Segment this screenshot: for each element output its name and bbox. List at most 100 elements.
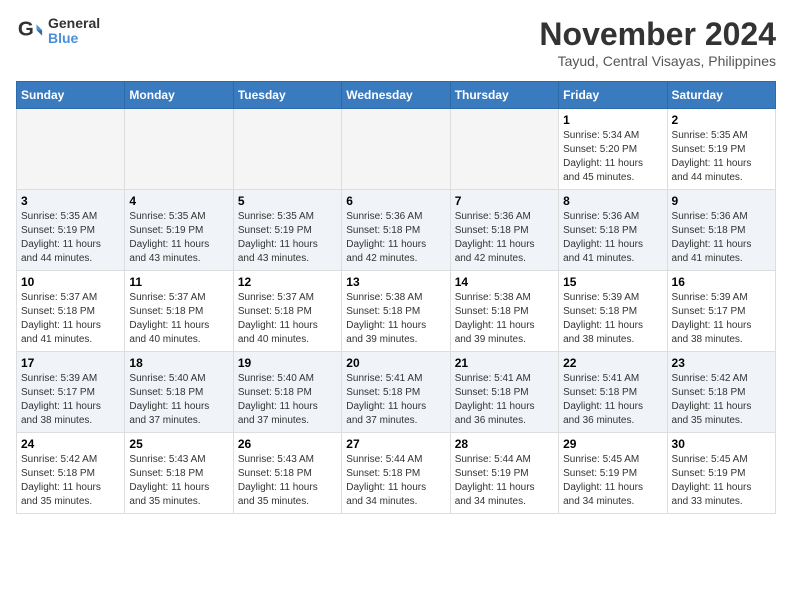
day-info: Sunrise: 5:42 AM Sunset: 5:18 PM Dayligh… <box>672 372 771 428</box>
calendar-cell: 1Sunrise: 5:34 AM Sunset: 5:20 PM Daylig… <box>559 109 667 190</box>
day-info: Sunrise: 5:35 AM Sunset: 5:19 PM Dayligh… <box>21 210 120 266</box>
day-number: 4 <box>129 194 228 208</box>
week-row-3: 17 Sunrise: 5:39 AM Sunset: 5:17 PM Dayli… <box>17 352 776 433</box>
day-info: Sunrise: 5:34 AM Sunset: 5:20 PM Dayligh… <box>563 129 662 185</box>
week-row-4: 24 Sunrise: 5:42 AM Sunset: 5:18 PM Dayli… <box>17 433 776 514</box>
day-number: 2 <box>672 113 771 127</box>
day-number: 20 <box>346 356 445 370</box>
calendar-cell: 8 Sunrise: 5:36 AM Sunset: 5:18 PM Daylig… <box>559 190 667 271</box>
week-row-1: 3Sunrise: 5:35 AM Sunset: 5:19 PM Daylig… <box>17 190 776 271</box>
day-header-friday: Friday <box>559 82 667 109</box>
day-number: 18 <box>129 356 228 370</box>
header-row: SundayMondayTuesdayWednesdayThursdayFrid… <box>17 82 776 109</box>
week-row-0: 1Sunrise: 5:34 AM Sunset: 5:20 PM Daylig… <box>17 109 776 190</box>
day-number: 7 <box>455 194 554 208</box>
day-number: 8 <box>563 194 662 208</box>
calendar-cell: 6 Sunrise: 5:36 AM Sunset: 5:18 PM Daylig… <box>342 190 450 271</box>
day-info: Sunrise: 5:44 AM Sunset: 5:19 PM Dayligh… <box>455 453 554 509</box>
day-info: Sunrise: 5:35 AM Sunset: 5:19 PM Dayligh… <box>672 129 771 185</box>
day-number: 15 <box>563 275 662 289</box>
day-header-sunday: Sunday <box>17 82 125 109</box>
calendar-cell: 13Sunrise: 5:38 AM Sunset: 5:18 PM Dayli… <box>342 271 450 352</box>
calendar-cell: 11Sunrise: 5:37 AM Sunset: 5:18 PM Dayli… <box>125 271 233 352</box>
day-info: Sunrise: 5:36 AM Sunset: 5:18 PM Dayligh… <box>563 210 662 266</box>
calendar-cell: 23 Sunrise: 5:42 AM Sunset: 5:18 PM Dayli… <box>667 352 775 433</box>
calendar-table: SundayMondayTuesdayWednesdayThursdayFrid… <box>16 81 776 514</box>
day-number: 28 <box>455 437 554 451</box>
calendar-cell <box>125 109 233 190</box>
calendar-cell: 4 Sunrise: 5:35 AM Sunset: 5:19 PM Daylig… <box>125 190 233 271</box>
calendar-cell: 3Sunrise: 5:35 AM Sunset: 5:19 PM Daylig… <box>17 190 125 271</box>
day-number: 17 <box>21 356 120 370</box>
calendar-cell: 18 Sunrise: 5:40 AM Sunset: 5:18 PM Dayli… <box>125 352 233 433</box>
day-number: 21 <box>455 356 554 370</box>
calendar-cell <box>450 109 558 190</box>
calendar-cell: 14 Sunrise: 5:38 AM Sunset: 5:18 PM Dayli… <box>450 271 558 352</box>
day-info: Sunrise: 5:44 AM Sunset: 5:18 PM Dayligh… <box>346 453 445 509</box>
day-info: Sunrise: 5:40 AM Sunset: 5:18 PM Dayligh… <box>129 372 228 428</box>
calendar-cell: 27Sunrise: 5:44 AM Sunset: 5:18 PM Dayli… <box>342 433 450 514</box>
calendar-cell: 5Sunrise: 5:35 AM Sunset: 5:19 PM Daylig… <box>233 190 341 271</box>
day-info: Sunrise: 5:42 AM Sunset: 5:18 PM Dayligh… <box>21 453 120 509</box>
calendar-cell: 28 Sunrise: 5:44 AM Sunset: 5:19 PM Dayli… <box>450 433 558 514</box>
calendar-cell: 15Sunrise: 5:39 AM Sunset: 5:18 PM Dayli… <box>559 271 667 352</box>
header: G General Blue November 2024 Tayud, Cent… <box>16 16 776 69</box>
day-info: Sunrise: 5:41 AM Sunset: 5:18 PM Dayligh… <box>346 372 445 428</box>
calendar-cell <box>233 109 341 190</box>
day-number: 24 <box>21 437 120 451</box>
calendar-cell: 9 Sunrise: 5:36 AM Sunset: 5:18 PM Daylig… <box>667 190 775 271</box>
calendar-cell: 17 Sunrise: 5:39 AM Sunset: 5:17 PM Dayli… <box>17 352 125 433</box>
calendar-cell: 24 Sunrise: 5:42 AM Sunset: 5:18 PM Dayli… <box>17 433 125 514</box>
logo-line1: General <box>48 16 100 31</box>
calendar-cell: 16Sunrise: 5:39 AM Sunset: 5:17 PM Dayli… <box>667 271 775 352</box>
calendar-cell: 22Sunrise: 5:41 AM Sunset: 5:18 PM Dayli… <box>559 352 667 433</box>
calendar-cell <box>17 109 125 190</box>
logo-icon: G <box>16 17 44 45</box>
location-subtitle: Tayud, Central Visayas, Philippines <box>539 53 776 69</box>
day-info: Sunrise: 5:35 AM Sunset: 5:19 PM Dayligh… <box>129 210 228 266</box>
day-info: Sunrise: 5:41 AM Sunset: 5:18 PM Dayligh… <box>563 372 662 428</box>
day-number: 26 <box>238 437 337 451</box>
day-info: Sunrise: 5:37 AM Sunset: 5:18 PM Dayligh… <box>238 291 337 347</box>
day-info: Sunrise: 5:35 AM Sunset: 5:19 PM Dayligh… <box>238 210 337 266</box>
calendar-cell: 19 Sunrise: 5:40 AM Sunset: 5:18 PM Dayli… <box>233 352 341 433</box>
logo: G General Blue <box>16 16 100 47</box>
day-number: 9 <box>672 194 771 208</box>
day-number: 12 <box>238 275 337 289</box>
day-number: 19 <box>238 356 337 370</box>
calendar-cell <box>342 109 450 190</box>
calendar-cell: 30Sunrise: 5:45 AM Sunset: 5:19 PM Dayli… <box>667 433 775 514</box>
day-number: 23 <box>672 356 771 370</box>
day-info: Sunrise: 5:45 AM Sunset: 5:19 PM Dayligh… <box>563 453 662 509</box>
calendar-cell: 10Sunrise: 5:37 AM Sunset: 5:18 PM Dayli… <box>17 271 125 352</box>
day-header-tuesday: Tuesday <box>233 82 341 109</box>
day-number: 11 <box>129 275 228 289</box>
calendar-cell: 7 Sunrise: 5:36 AM Sunset: 5:18 PM Daylig… <box>450 190 558 271</box>
logo-text: General Blue <box>48 16 100 47</box>
day-info: Sunrise: 5:36 AM Sunset: 5:18 PM Dayligh… <box>672 210 771 266</box>
day-header-wednesday: Wednesday <box>342 82 450 109</box>
day-header-saturday: Saturday <box>667 82 775 109</box>
day-number: 13 <box>346 275 445 289</box>
calendar-cell: 21Sunrise: 5:41 AM Sunset: 5:18 PM Dayli… <box>450 352 558 433</box>
day-info: Sunrise: 5:39 AM Sunset: 5:17 PM Dayligh… <box>672 291 771 347</box>
day-info: Sunrise: 5:40 AM Sunset: 5:18 PM Dayligh… <box>238 372 337 428</box>
calendar-cell: 25 Sunrise: 5:43 AM Sunset: 5:18 PM Dayli… <box>125 433 233 514</box>
day-number: 25 <box>129 437 228 451</box>
day-info: Sunrise: 5:38 AM Sunset: 5:18 PM Dayligh… <box>455 291 554 347</box>
day-info: Sunrise: 5:45 AM Sunset: 5:19 PM Dayligh… <box>672 453 771 509</box>
day-info: Sunrise: 5:36 AM Sunset: 5:18 PM Dayligh… <box>455 210 554 266</box>
calendar-body: 1Sunrise: 5:34 AM Sunset: 5:20 PM Daylig… <box>17 109 776 514</box>
calendar-cell: 12 Sunrise: 5:37 AM Sunset: 5:18 PM Dayli… <box>233 271 341 352</box>
day-info: Sunrise: 5:39 AM Sunset: 5:17 PM Dayligh… <box>21 372 120 428</box>
day-number: 29 <box>563 437 662 451</box>
svg-text:G: G <box>18 18 34 41</box>
day-info: Sunrise: 5:36 AM Sunset: 5:18 PM Dayligh… <box>346 210 445 266</box>
calendar-cell: 26Sunrise: 5:43 AM Sunset: 5:18 PM Dayli… <box>233 433 341 514</box>
day-number: 14 <box>455 275 554 289</box>
day-info: Sunrise: 5:43 AM Sunset: 5:18 PM Dayligh… <box>129 453 228 509</box>
day-header-thursday: Thursday <box>450 82 558 109</box>
week-row-2: 10Sunrise: 5:37 AM Sunset: 5:18 PM Dayli… <box>17 271 776 352</box>
calendar-cell: 29 Sunrise: 5:45 AM Sunset: 5:19 PM Dayli… <box>559 433 667 514</box>
day-number: 6 <box>346 194 445 208</box>
